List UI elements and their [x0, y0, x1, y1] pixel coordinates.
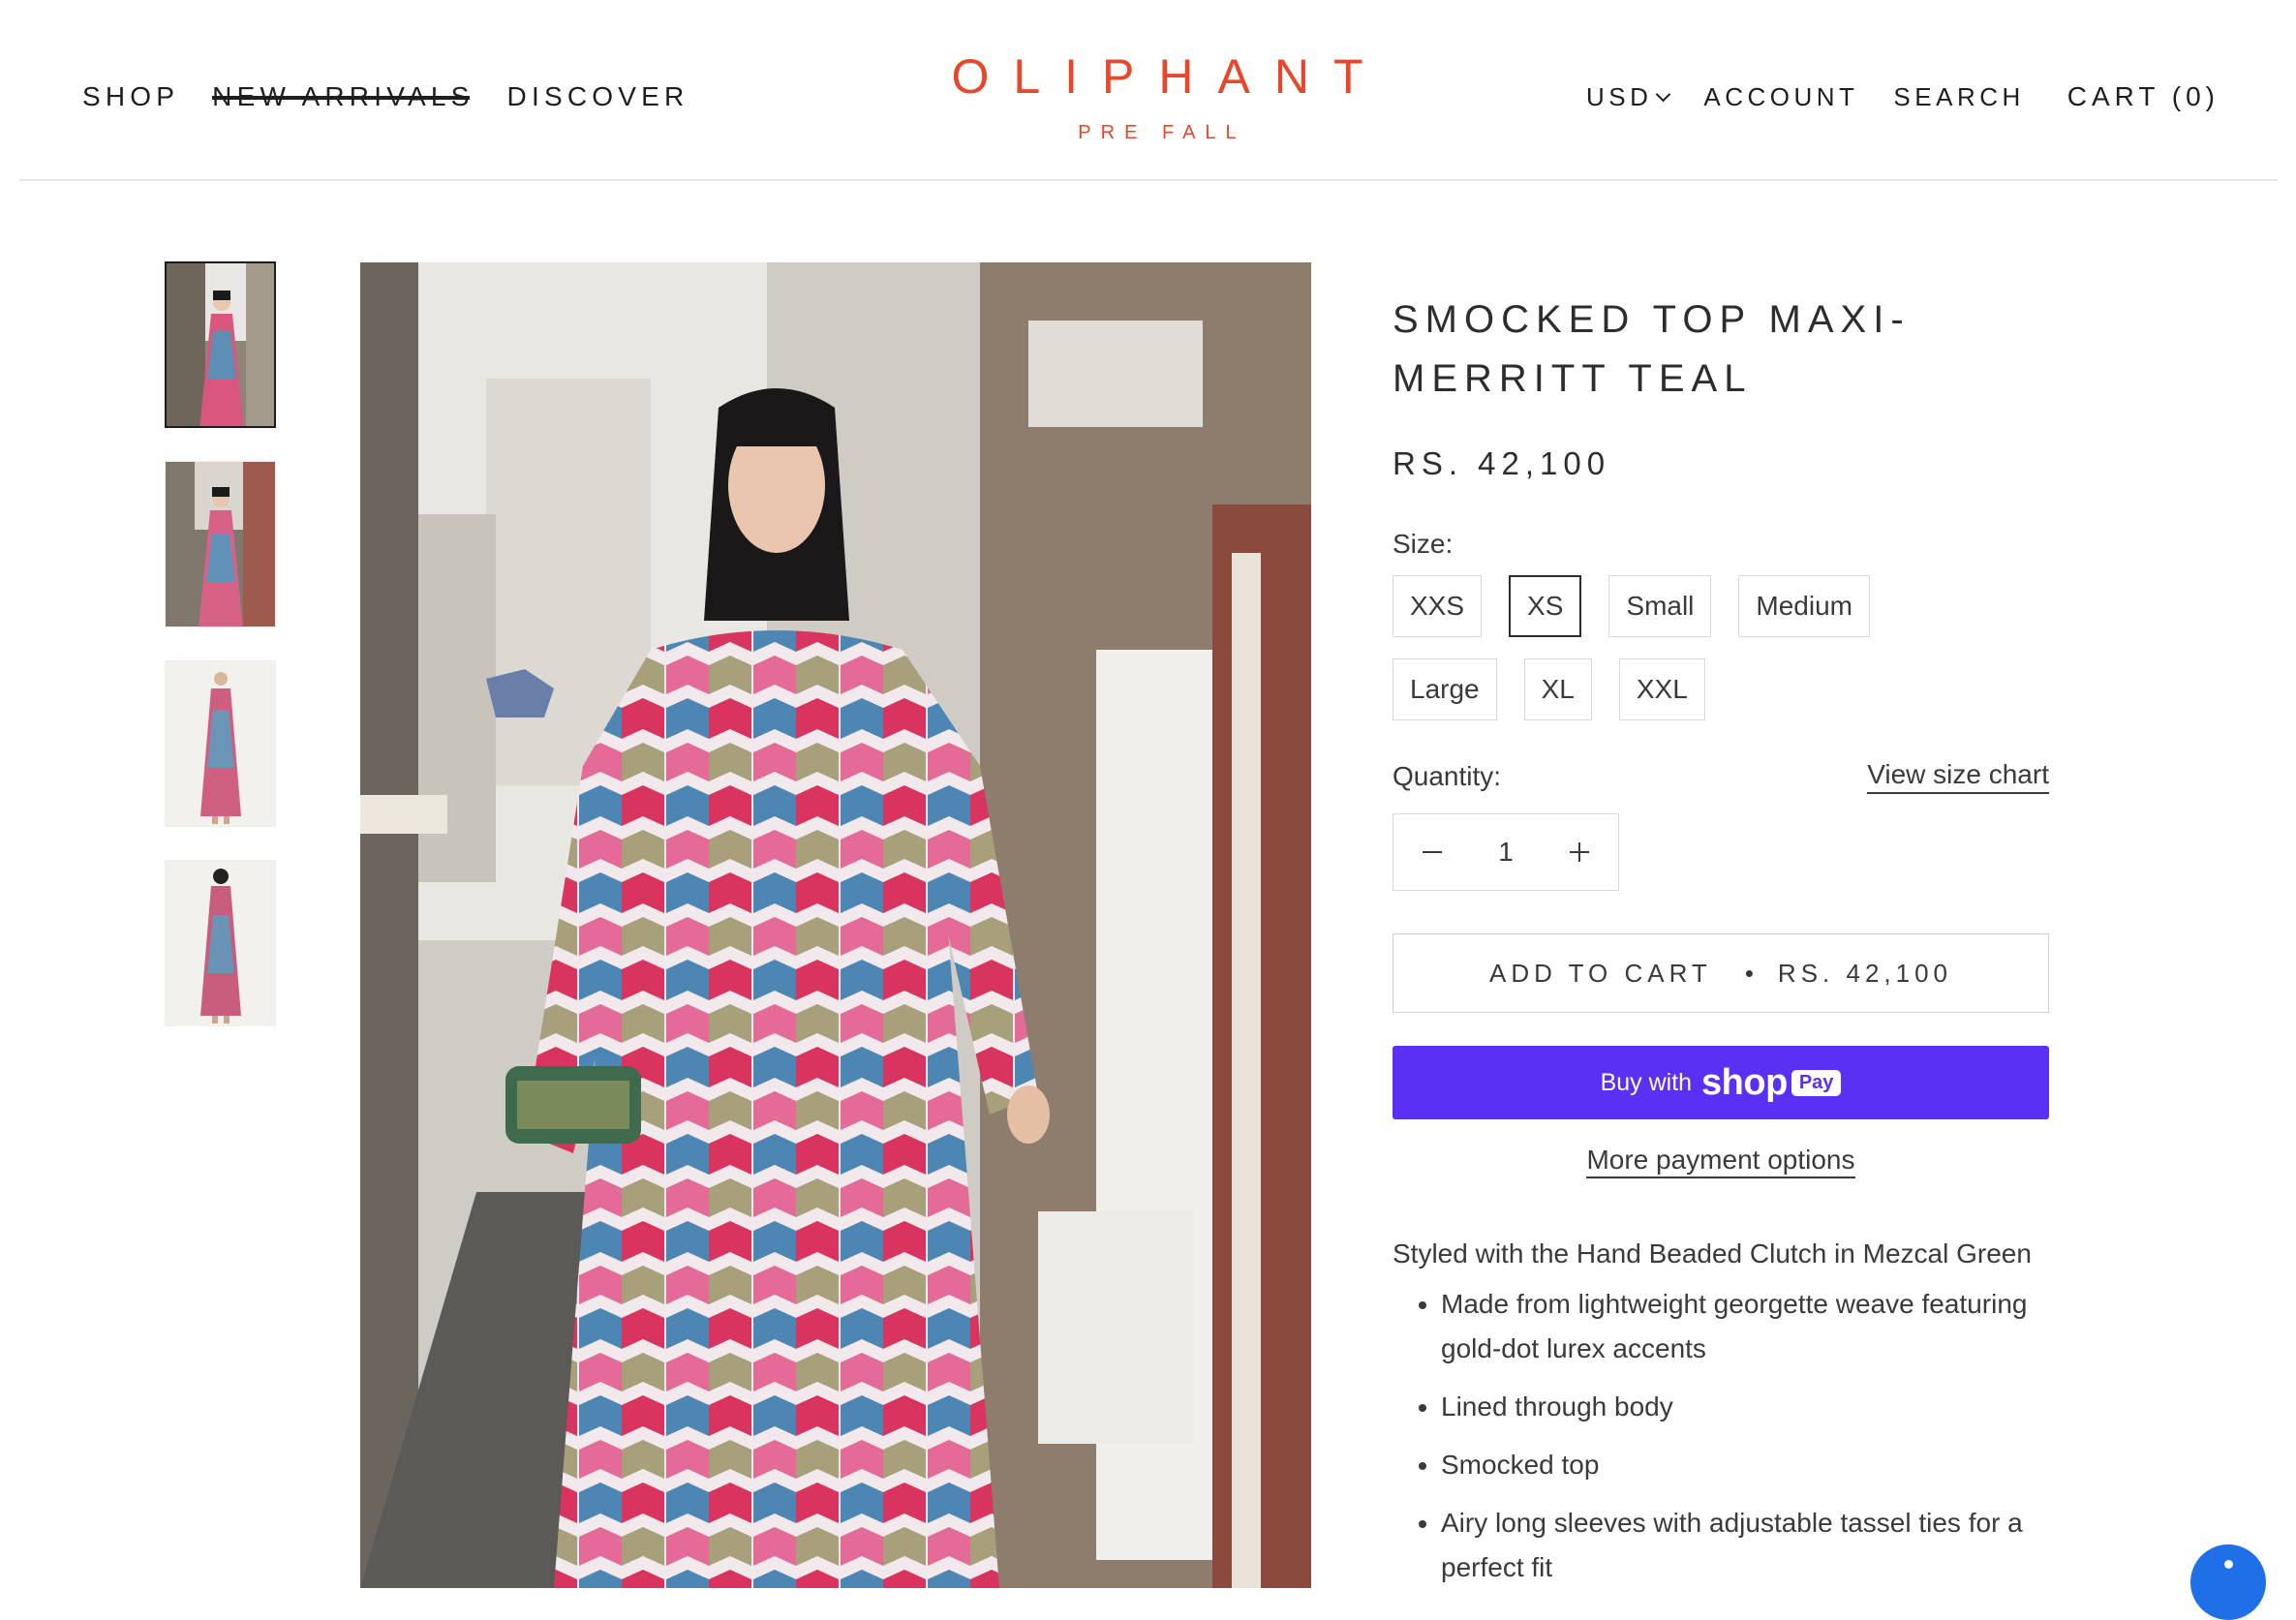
product-thumbnail-4[interactable] [165, 860, 276, 1026]
currency-selector[interactable]: USD [1585, 81, 1671, 112]
quantity-stepper: 1 [1393, 813, 1619, 891]
product-info: SMOCKED TOP MAXI- MERRITT TEAL RS. 42,10… [1393, 290, 2049, 1604]
more-payment-options: More payment options [1393, 1145, 2049, 1178]
brand-logo[interactable]: OLIPHANT PRE FALL [905, 48, 1409, 144]
quantity-label: Quantity: [1393, 761, 1502, 791]
shop-pay-button[interactable]: Buy with shop Pay [1393, 1046, 2049, 1119]
size-option-xxl[interactable]: XXL [1618, 658, 1705, 720]
add-to-cart-price: RS. 42,100 [1777, 958, 1953, 988]
product-title: SMOCKED TOP MAXI- MERRITT TEAL [1393, 298, 1911, 400]
quantity-decrease-button[interactable] [1393, 814, 1471, 890]
size-option-xl[interactable]: XL [1523, 658, 1592, 720]
utility-nav: USD ACCOUNT SEARCH CART (0) [1551, 81, 2219, 112]
minus-icon [1423, 851, 1442, 853]
account-link[interactable]: ACCOUNT [1703, 82, 1858, 112]
size-option-large[interactable]: Large [1393, 658, 1497, 720]
plus-icon [1570, 842, 1589, 862]
logo-subtitle: PRE FALL [1078, 122, 1246, 143]
feature-item: Smocked top [1441, 1443, 2049, 1487]
add-to-cart-button[interactable]: ADD TO CART • RS. 42,100 [1393, 933, 2049, 1013]
chevron-down-icon [1656, 86, 1671, 102]
feature-item: Airy long sleeves with adjustable tassel… [1441, 1501, 2049, 1590]
size-option-medium[interactable]: Medium [1738, 575, 1870, 637]
size-chart-link[interactable]: View size chart [1867, 759, 2049, 794]
description-intro: Styled with the Hand Beaded Clutch in Me… [1393, 1238, 2032, 1268]
size-option-xxs[interactable]: XXS [1393, 575, 1483, 637]
thumbnail-list [165, 261, 276, 1059]
product-thumbnail-3[interactable] [165, 660, 276, 827]
quantity-increase-button[interactable] [1541, 814, 1618, 890]
feature-item: Made from lightweight georgette weave fe… [1441, 1282, 2049, 1371]
add-to-cart-label: ADD TO CART [1488, 958, 1712, 988]
quantity-row: Quantity: View size chart [1393, 759, 2049, 794]
quantity-input[interactable]: 1 [1477, 837, 1535, 868]
nav-shop[interactable]: SHOP [82, 0, 179, 111]
nav-new-arrivals[interactable]: NEW ARRIVALS [212, 0, 474, 111]
cart-link[interactable]: CART (0) [2067, 81, 2219, 112]
shop-pay-logo: shop [1701, 1061, 1788, 1103]
nav-discover[interactable]: DISCOVER [507, 0, 689, 111]
chat-icon [2224, 1560, 2233, 1569]
product-main-image[interactable] [360, 262, 1311, 1588]
logo-wordmark: OLIPHANT [951, 49, 1388, 104]
product-price: RS. 42,100 [1393, 445, 1611, 481]
product-thumbnail-1[interactable] [165, 261, 276, 428]
shop-pay-pill: Pay [1791, 1069, 1842, 1096]
size-options: XXS XS Small Medium Large XL XXL [1393, 575, 2012, 742]
feature-item: Lined through body [1441, 1385, 2049, 1429]
main-nav: SHOP NEW ARRIVALS DISCOVER [82, 0, 721, 179]
chat-button[interactable] [2190, 1544, 2266, 1620]
shop-pay-prefix: Buy with [1600, 1068, 1693, 1096]
size-label: Size: [1393, 529, 1454, 559]
more-payment-options-link[interactable]: More payment options [1586, 1145, 1855, 1178]
size-option-xs[interactable]: XS [1509, 575, 1582, 637]
feature-list: Made from lightweight georgette weave fe… [1393, 1282, 2049, 1590]
add-to-cart-separator: • [1744, 958, 1759, 988]
size-option-small[interactable]: Small [1608, 575, 1712, 637]
currency-label: USD [1585, 81, 1653, 111]
product-description: Styled with the Hand Beaded Clutch in Me… [1393, 1232, 2049, 1590]
search-link[interactable]: SEARCH [1893, 82, 2024, 112]
product-thumbnail-2[interactable] [165, 461, 276, 627]
site-header: SHOP NEW ARRIVALS DISCOVER OLIPHANT PRE … [19, 0, 2278, 181]
